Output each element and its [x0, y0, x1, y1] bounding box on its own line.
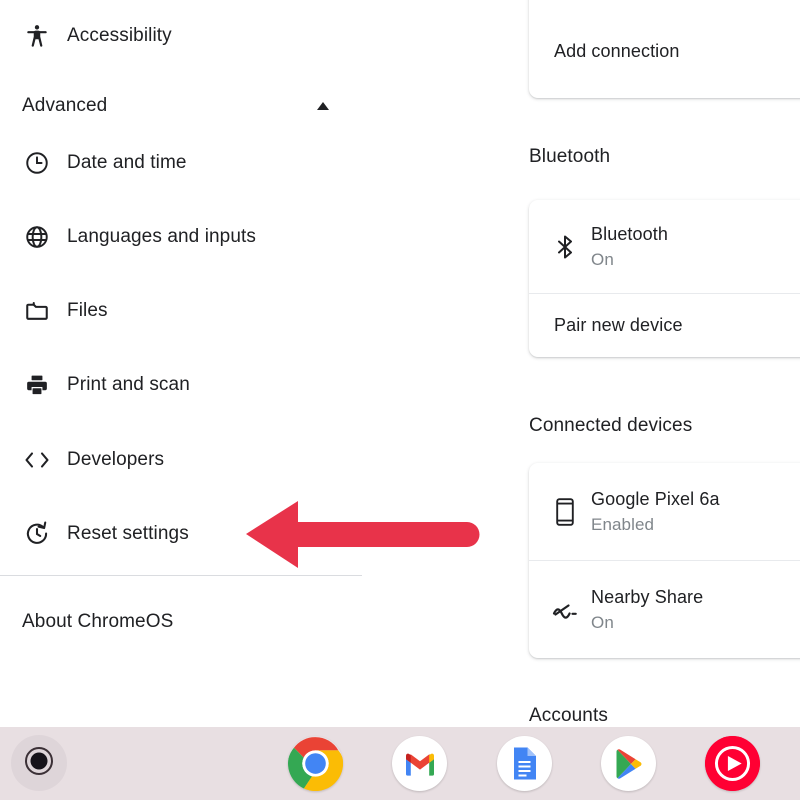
sidebar-item-files[interactable]: Files: [0, 285, 400, 337]
sidebar-item-label: Print and scan: [67, 374, 190, 395]
device-row-text: Nearby Share On: [591, 585, 703, 634]
sidebar-item-developers[interactable]: Developers: [0, 434, 400, 486]
launcher-button[interactable]: [11, 735, 67, 791]
globe-icon: [14, 224, 60, 250]
bluetooth-card: Bluetooth On Pair new device: [529, 200, 800, 357]
chrome-icon: [288, 737, 343, 791]
sidebar-item-reset-settings[interactable]: Reset settings: [0, 508, 400, 560]
device-row-title: Nearby Share: [591, 587, 704, 607]
bluetooth-toggle-row[interactable]: Bluetooth On: [529, 200, 800, 293]
connected-devices-section-title: Connected devices: [529, 415, 693, 436]
add-connection-label: Add connection: [554, 41, 680, 61]
sidebar-section-advanced[interactable]: Advanced: [0, 84, 350, 128]
sidebar-item-about-chromeos[interactable]: About ChromeOS: [0, 598, 360, 646]
shelf-app-docs[interactable]: [497, 736, 552, 791]
sidebar-item-label: Developers: [67, 449, 165, 470]
add-connection-row[interactable]: Add connection: [529, 0, 800, 98]
printer-icon: [14, 372, 60, 398]
sidebar-item-print-and-scan[interactable]: Print and scan: [0, 359, 400, 411]
pair-new-device-row[interactable]: Pair new device: [529, 294, 800, 357]
gmail-icon: [405, 753, 434, 776]
launcher-circle-icon: [22, 744, 56, 783]
smartphone-icon: [529, 497, 591, 527]
nearby-share-icon: [529, 600, 591, 620]
device-row-pixel[interactable]: Google Pixel 6a Enabled: [529, 463, 800, 560]
sidebar-item-label: Files: [67, 300, 108, 321]
sidebar-item-label: Languages and inputs: [67, 226, 256, 247]
sidebar-divider: [0, 575, 362, 576]
settings-window: Accessibility Advanced Date and time Lan…: [0, 0, 800, 727]
google-docs-icon: [514, 747, 536, 780]
sidebar-item-date-and-time[interactable]: Date and time: [0, 137, 400, 189]
shelf-app-youtube-music[interactable]: [705, 736, 760, 791]
device-row-status: On: [591, 613, 614, 632]
settings-content-panel: Add connection Bluetooth Bluetooth On Pa…: [470, 0, 800, 727]
bluetooth-row-text: Bluetooth On: [591, 222, 668, 271]
pair-new-device-label: Pair new device: [554, 315, 683, 335]
sidebar-item-languages-and-inputs[interactable]: Languages and inputs: [0, 211, 400, 263]
caret-up-icon[interactable]: [314, 97, 332, 115]
bluetooth-icon: [529, 234, 591, 260]
advanced-section-label: Advanced: [22, 95, 108, 116]
sidebar-item-accessibility[interactable]: Accessibility: [0, 10, 400, 62]
sidebar-item-label: Date and time: [67, 152, 187, 173]
clock-icon: [14, 150, 60, 176]
device-row-nearby-share[interactable]: Nearby Share On: [529, 561, 800, 658]
connected-devices-card: Google Pixel 6a Enabled Nearby Share On: [529, 463, 800, 658]
restore-icon: [14, 521, 60, 547]
folder-icon: [14, 298, 60, 324]
accounts-section-title: Accounts: [529, 705, 608, 726]
bluetooth-row-title: Bluetooth: [591, 224, 668, 244]
bluetooth-row-status: On: [591, 250, 614, 269]
shelf-app-play-store[interactable]: [601, 736, 656, 791]
add-connection-card: Add connection: [529, 0, 800, 98]
device-row-text: Google Pixel 6a Enabled: [591, 487, 720, 536]
sidebar-item-label: Reset settings: [67, 523, 189, 544]
youtube-music-icon: [705, 736, 760, 791]
device-row-status: Enabled: [591, 515, 655, 534]
accessibility-icon: [14, 23, 60, 49]
sidebar-item-label: About ChromeOS: [22, 611, 174, 632]
device-row-title: Google Pixel 6a: [591, 489, 720, 509]
settings-sidebar: Accessibility Advanced Date and time Lan…: [0, 0, 470, 727]
sidebar-item-label: Accessibility: [67, 25, 172, 46]
play-store-icon: [615, 748, 641, 779]
shelf-app-gmail[interactable]: [392, 736, 447, 791]
code-brackets-icon: [14, 449, 60, 471]
shelf-app-chrome[interactable]: [288, 736, 343, 791]
bluetooth-section-title: Bluetooth: [529, 146, 611, 167]
